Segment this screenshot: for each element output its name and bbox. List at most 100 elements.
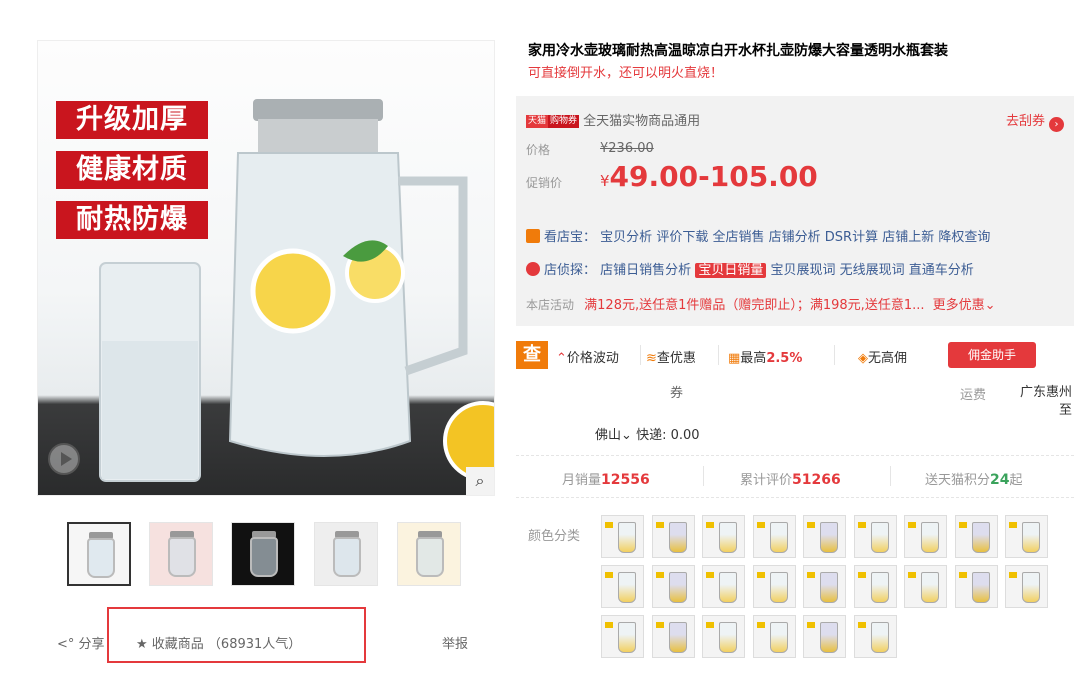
stats-bottom-divider bbox=[516, 497, 1074, 498]
product-subtitle: 可直接倒开水，还可以明火直烧！ bbox=[528, 66, 724, 81]
check-coupon-label: 查优惠 bbox=[656, 351, 696, 366]
color-swatch[interactable] bbox=[652, 615, 695, 658]
coupon-suffix: 券 bbox=[670, 386, 684, 401]
kdb-link-dsr[interactable]: DSR计算 bbox=[825, 230, 878, 245]
color-swatch[interactable] bbox=[803, 615, 846, 658]
more-offers-label: 更多优惠 bbox=[932, 298, 985, 313]
max-rate-value: 2.5% bbox=[766, 351, 803, 366]
color-swatch[interactable] bbox=[652, 565, 695, 608]
product-title: 家用冷水壶玻璃耐热高温晾凉白开水杯扎壶防爆大容量透明水瓶套装 bbox=[528, 43, 948, 59]
color-swatch[interactable] bbox=[854, 515, 897, 558]
thumbnail-3[interactable] bbox=[231, 522, 295, 586]
check-coupon-button[interactable]: ≋查优惠 bbox=[646, 347, 696, 366]
color-swatch[interactable] bbox=[904, 565, 947, 608]
max-rate-button[interactable]: ▦最高2.5% bbox=[728, 347, 802, 366]
trend-icon: ⌃ bbox=[556, 351, 567, 366]
color-swatch[interactable] bbox=[601, 615, 644, 658]
total-reviews[interactable]: 累计评价51266 bbox=[740, 469, 841, 488]
share-button[interactable]: <° 分享 bbox=[57, 633, 105, 652]
stats-divider bbox=[703, 466, 704, 486]
color-swatch[interactable] bbox=[854, 565, 897, 608]
thumbnail-2[interactable] bbox=[149, 522, 213, 586]
price-label: 价格 bbox=[526, 143, 551, 157]
destination-select[interactable]: 佛山⌄ bbox=[595, 428, 632, 443]
dianzhentan-row: 店侦探： 店铺日销售分析 宝贝日销量 宝贝展现词 无线展现词 直通车分析 bbox=[526, 259, 974, 278]
tag-icon: ◈ bbox=[858, 351, 868, 366]
destination-label: 佛山 bbox=[595, 428, 622, 443]
price-wave-label: 价格波动 bbox=[566, 351, 619, 366]
activity-label: 本店活动 bbox=[526, 298, 575, 312]
kdb-link-store-sales[interactable]: 全店销售 bbox=[712, 230, 764, 245]
color-label: 颜色分类 bbox=[528, 529, 581, 544]
dzt-link-wireless-keywords[interactable]: 无线展现词 bbox=[840, 263, 905, 278]
thumbnail-4[interactable] bbox=[314, 522, 378, 586]
tool-search-button[interactable]: 查 bbox=[516, 341, 548, 369]
color-swatch[interactable] bbox=[955, 515, 998, 558]
points-suffix: 起 bbox=[1009, 473, 1023, 488]
toolbar-divider bbox=[834, 345, 835, 365]
shipping-destination-row: 佛山⌄ 快递: 0.00 bbox=[595, 424, 700, 443]
kdb-link-demotion[interactable]: 降权查询 bbox=[938, 230, 990, 245]
plugin-toolbar: 查 ⌃价格波动 ≋查优惠 ▦最高2.5% ◈无高佣 佣金助手 bbox=[516, 337, 1074, 373]
color-swatch[interactable] bbox=[1005, 565, 1048, 608]
points-value: 24 bbox=[990, 472, 1010, 488]
coupon-tag: 购物券 bbox=[548, 115, 580, 128]
color-swatch[interactable] bbox=[753, 515, 796, 558]
scratch-coupon-label: 去刮券 bbox=[1005, 114, 1045, 129]
kdb-link-review-download[interactable]: 评价下载 bbox=[656, 230, 708, 245]
no-commission-label: 无高佣 bbox=[868, 351, 908, 366]
color-swatch[interactable] bbox=[702, 565, 745, 608]
activity-text: 满128元,送任意1件赠品（赠完即止）；满198元,送任意1... bbox=[584, 298, 925, 313]
dianzhentan-icon bbox=[526, 262, 540, 276]
kdb-link-new-items[interactable]: 店铺上新 bbox=[882, 230, 934, 245]
more-offers-link[interactable]: 更多优惠⌄ bbox=[933, 298, 996, 313]
pitcher-illustration bbox=[99, 99, 494, 482]
monthly-sales-label: 月销量 bbox=[562, 473, 602, 488]
price-wave-button[interactable]: ⌃价格波动 bbox=[556, 347, 619, 366]
kdb-link-store-analysis[interactable]: 店铺分析 bbox=[769, 230, 821, 245]
color-swatch[interactable] bbox=[753, 565, 796, 608]
main-product-image[interactable]: 升级加厚 健康材质 耐热防爆 ⌕ bbox=[37, 40, 495, 496]
no-commission-button[interactable]: ◈无高佣 bbox=[858, 347, 907, 366]
kdb-link-item-analysis[interactable]: 宝贝分析 bbox=[600, 230, 652, 245]
report-link[interactable]: 举报 bbox=[442, 633, 468, 652]
color-swatch[interactable] bbox=[702, 515, 745, 558]
color-swatch[interactable] bbox=[753, 615, 796, 658]
thumbnail-1[interactable] bbox=[67, 522, 131, 586]
kandianbao-icon bbox=[526, 229, 540, 243]
dzt-link-ztc-analysis[interactable]: 直通车分析 bbox=[909, 263, 974, 278]
color-swatch[interactable] bbox=[803, 515, 846, 558]
color-swatch[interactable] bbox=[854, 615, 897, 658]
color-swatch[interactable] bbox=[601, 515, 644, 558]
toolbar-divider bbox=[718, 345, 719, 365]
color-swatch[interactable] bbox=[652, 515, 695, 558]
commission-assistant-button[interactable]: 佣金助手 bbox=[938, 340, 1036, 370]
color-swatch[interactable] bbox=[803, 565, 846, 608]
share-label: 分享 bbox=[78, 637, 105, 652]
dzt-link-daily-store-sales[interactable]: 店铺日销售分析 bbox=[600, 263, 691, 278]
chevron-down-icon: ⌄ bbox=[984, 298, 996, 313]
color-swatch[interactable] bbox=[601, 565, 644, 608]
share-icon: <° bbox=[57, 637, 75, 652]
scratch-coupon-link[interactable]: 去刮券 › bbox=[1006, 110, 1064, 132]
coupon-text: 全天猫实物商品通用 bbox=[583, 114, 701, 129]
kandianbao-label: 看店宝： bbox=[544, 230, 597, 245]
monthly-sales-value: 12556 bbox=[601, 472, 650, 488]
color-swatch[interactable] bbox=[1005, 515, 1048, 558]
calendar-icon: ▦ bbox=[728, 351, 741, 366]
favorite-button[interactable]: ★ 收藏商品 （68931人气） bbox=[136, 633, 301, 652]
tmall-points: 送天猫积分24起 bbox=[925, 469, 1023, 488]
dzt-link-daily-item-sales[interactable]: 宝贝日销量 bbox=[695, 263, 767, 278]
thumbnail-5[interactable] bbox=[397, 522, 461, 586]
play-video-icon[interactable] bbox=[48, 443, 80, 475]
favorite-label: 收藏商品 （68931人气） bbox=[151, 637, 302, 652]
express-fee: 快递: 0.00 bbox=[636, 428, 700, 443]
zoom-icon[interactable]: ⌕ bbox=[466, 467, 494, 495]
color-swatch[interactable] bbox=[904, 515, 947, 558]
color-swatch[interactable] bbox=[955, 565, 998, 608]
dzt-link-item-keywords[interactable]: 宝贝展现词 bbox=[770, 263, 835, 278]
promo-price-label: 促销价 bbox=[526, 176, 563, 190]
color-swatch[interactable] bbox=[702, 615, 745, 658]
promo-price-row: ¥49.00-105.00 bbox=[600, 160, 818, 193]
currency-symbol: ¥ bbox=[600, 172, 610, 190]
